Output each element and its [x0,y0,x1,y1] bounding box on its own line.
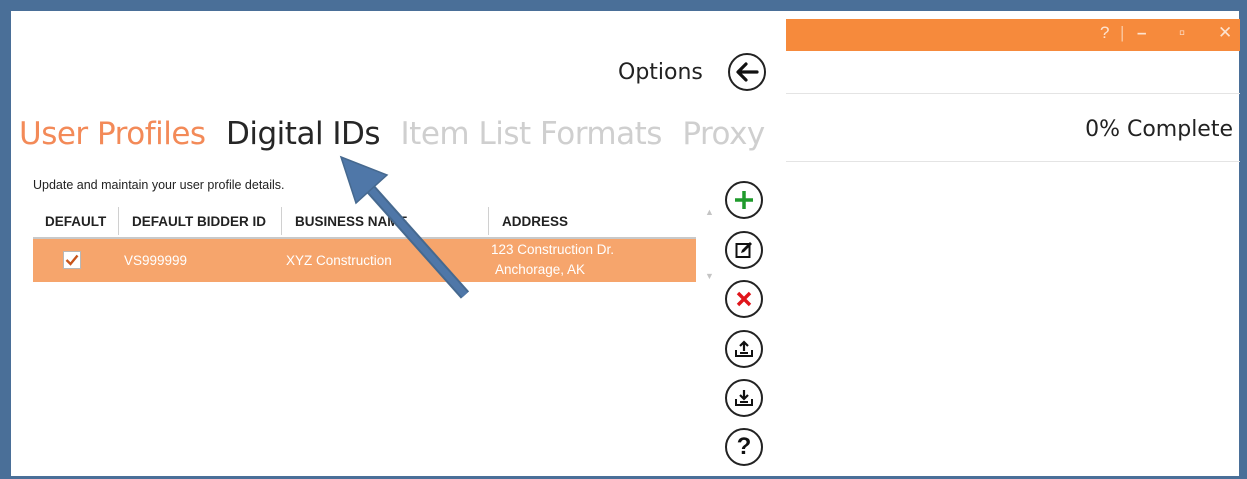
table-header: DEFAULT DEFAULT BIDDER ID BUSINESS NAME … [33,205,696,239]
address-line2-cell: Anchorage, AK [495,262,586,277]
help-button[interactable]: ? [725,428,763,466]
progress-divider [786,161,1240,162]
column-header-bidder-id[interactable]: DEFAULT BIDDER ID [132,214,266,229]
help-window-button[interactable]: ? [1100,23,1109,43]
header-divider [786,93,1240,94]
download-icon [735,390,753,406]
delete-button[interactable] [725,280,763,318]
tab-item-list-formats[interactable]: Item List Formats [401,116,663,152]
column-header-address[interactable]: ADDRESS [502,214,568,229]
scroll-down-arrow[interactable]: ▼ [705,271,714,281]
checkmark-icon [65,254,79,266]
user-profiles-table: DEFAULT DEFAULT BIDDER ID BUSINESS NAME … [33,205,696,282]
table-row[interactable]: VS999999 XYZ Construction 123 Constructi… [33,239,696,282]
business-name-cell: XYZ Construction [286,253,392,268]
options-tabs: User Profiles Digital IDs Item List Form… [19,116,781,152]
minimize-button[interactable]: – [1137,23,1146,43]
progress-status: 0% Complete [1085,117,1233,142]
back-button[interactable] [728,53,766,91]
upload-icon [735,340,753,357]
bidder-id-cell: VS999999 [124,253,188,268]
scroll-up-arrow[interactable]: ▲ [705,207,714,217]
address-line1-cell: 123 Construction Dr. [491,242,615,257]
maximize-button[interactable]: ▫ [1179,23,1185,43]
default-checkbox[interactable] [63,251,81,269]
column-header-default[interactable]: DEFAULT [45,214,106,229]
edit-icon [735,242,752,258]
tab-proxy[interactable]: Proxy [682,116,765,152]
edit-button[interactable] [725,231,763,269]
options-title: Options [618,60,703,85]
titlebar-divider: | [1120,23,1125,42]
column-divider [281,207,282,235]
column-divider [118,207,119,235]
column-header-business-name[interactable]: BUSINESS NAME [295,214,408,229]
tab-user-profiles[interactable]: User Profiles [19,116,206,152]
close-window-button[interactable]: ✕ [1218,23,1232,43]
export-button[interactable] [725,330,763,368]
tab-digital-ids[interactable]: Digital IDs [226,116,381,152]
close-icon [736,291,752,307]
arrow-left-icon [736,62,759,82]
page-description: Update and maintain your user profile de… [33,178,285,192]
plus-icon [735,191,753,209]
add-button[interactable] [725,181,763,219]
column-divider [488,207,489,235]
question-icon: ? [736,433,752,460]
import-button[interactable] [725,379,763,417]
title-bar: ? | – ▫ ✕ [786,19,1240,51]
